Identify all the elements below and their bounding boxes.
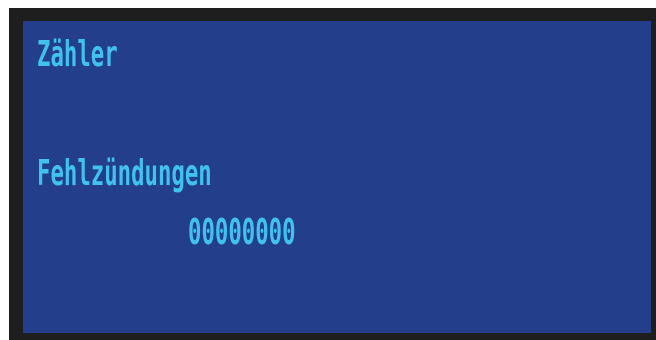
counter-label: Fehlzündungen: [37, 153, 212, 194]
counter-value: 00000000: [188, 212, 296, 253]
lcd-screen: Zähler Fehlzündungen 00000000: [23, 21, 651, 333]
screen-title: Zähler: [37, 34, 118, 75]
